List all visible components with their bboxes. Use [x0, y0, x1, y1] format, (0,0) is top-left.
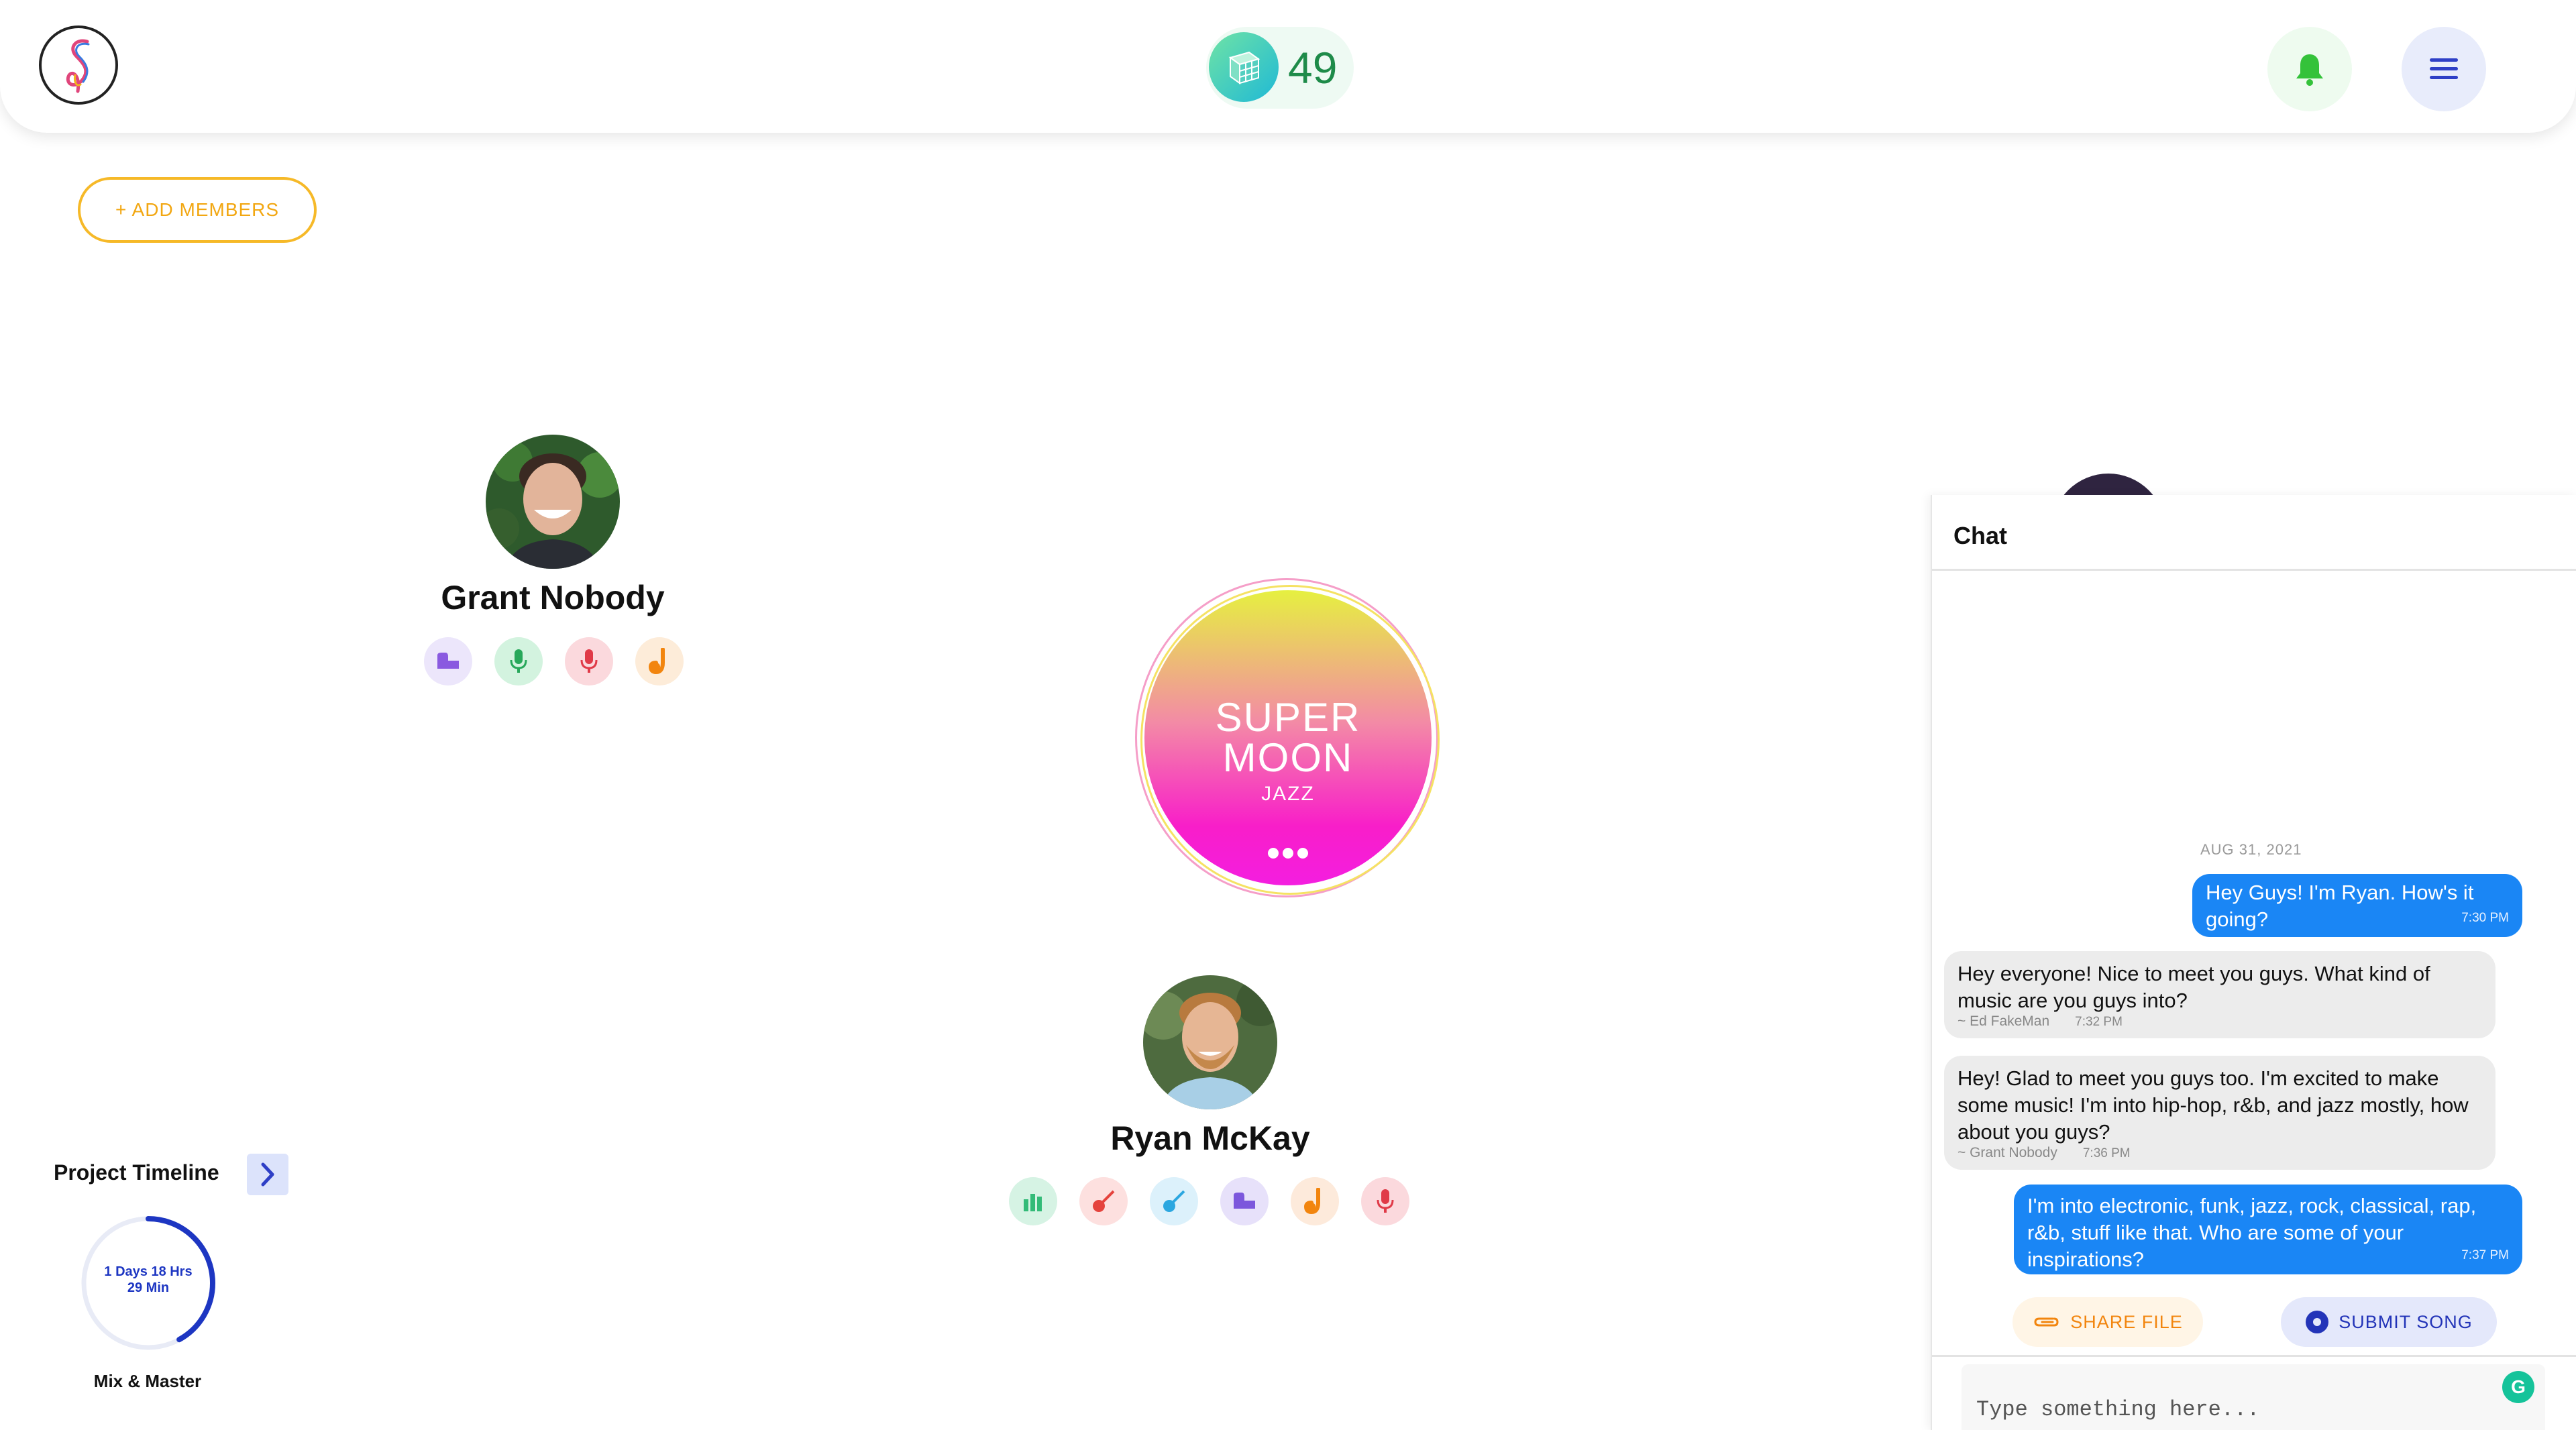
message-time: 7:30 PM [2461, 911, 2509, 925]
avatar-ryan-mckay[interactable] [1143, 975, 1277, 1109]
message-meta: ~ Grant Nobody 7:36 PM [1957, 1140, 2131, 1167]
piano-icon[interactable] [424, 637, 472, 685]
cube-coin-icon [1209, 32, 1279, 102]
logo-mark-icon [66, 39, 90, 93]
record-disc-icon [2306, 1311, 2329, 1333]
timeline-stage: Mix & Master [93, 1371, 202, 1391]
microphone-icon[interactable] [565, 637, 613, 685]
person-photo-icon [1143, 975, 1277, 1109]
saxophone-icon[interactable] [635, 637, 684, 685]
person-photo-icon [486, 435, 620, 569]
chat-message-outgoing: I'm into electronic, funk, jazz, rock, c… [2014, 1185, 2522, 1274]
hamburger-menu-icon [2430, 58, 2458, 79]
timeline-remaining-days: 1 Days 18 Hrs [104, 1264, 193, 1279]
submit-song-button[interactable]: SUBMIT SONG [2281, 1297, 2497, 1347]
chat-message-incoming: Hey! Glad to meet you guys too. I'm exci… [1944, 1056, 2496, 1170]
message-time: 7:37 PM [2461, 1248, 2509, 1262]
timeline-remaining: 1 Days 18 Hrs 29 Min [79, 1264, 217, 1296]
song-title-line1: SUPER [1215, 695, 1361, 740]
chat-header: Chat [1932, 495, 2576, 571]
credits-count: 49 [1288, 43, 1338, 93]
chat-message-outgoing: Hey Guys! I'm Ryan. How's it going? 7:30… [2192, 874, 2522, 937]
message-sender: ~ Grant Nobody [1957, 1145, 2057, 1160]
message-text: Hey everyone! Nice to meet you guys. Wha… [1957, 962, 2430, 1012]
message-time: 7:32 PM [2075, 1015, 2123, 1029]
app-logo[interactable] [39, 25, 118, 105]
notifications-button[interactable] [2267, 27, 2352, 111]
chat-title: Chat [1953, 522, 2007, 549]
mixer-icon[interactable] [1009, 1177, 1057, 1225]
chat-message-input[interactable] [1962, 1364, 2545, 1430]
song-title: SUPER MOON [1144, 698, 1432, 778]
menu-button[interactable] [2402, 27, 2486, 111]
timeline-remaining-minutes: 29 Min [127, 1280, 170, 1295]
bell-icon [2296, 54, 2323, 86]
song-card[interactable]: SUPER MOON JAZZ [1144, 590, 1432, 885]
submit-song-label: SUBMIT SONG [2339, 1311, 2473, 1332]
microphone-icon[interactable] [1361, 1177, 1409, 1225]
chat-panel: Chat AUG 31, 2021 Hey Guys! I'm Ryan. Ho… [1931, 495, 2576, 1430]
add-members-button[interactable]: + ADD MEMBERS [78, 177, 317, 243]
share-file-button[interactable]: SHARE FILE [2012, 1297, 2203, 1347]
avatar-grant-nobody[interactable] [486, 435, 620, 569]
message-meta: ~ Ed FakeMan 7:32 PM [1957, 1008, 2123, 1036]
guitar-icon[interactable] [1079, 1177, 1128, 1225]
share-file-label: SHARE FILE [2070, 1311, 2183, 1332]
credits-counter[interactable]: 49 [1206, 27, 1354, 109]
chat-date-separator: AUG 31, 2021 [2200, 841, 2302, 858]
piano-icon[interactable] [1220, 1177, 1269, 1225]
grammarly-icon[interactable]: G [2502, 1371, 2534, 1403]
message-text: I'm into electronic, funk, jazz, rock, c… [2027, 1194, 2477, 1271]
message-sender: ~ Ed FakeMan [1957, 1013, 2050, 1029]
song-more-options-icon[interactable] [1268, 846, 1308, 860]
chevron-right-icon [261, 1162, 274, 1187]
message-time: 7:36 PM [2082, 1146, 2131, 1160]
member-name[interactable]: Grant Nobody [441, 578, 664, 617]
chat-message-incoming: Hey everyone! Nice to meet you guys. Wha… [1944, 951, 2496, 1038]
message-text: Hey! Glad to meet you guys too. I'm exci… [1957, 1066, 2469, 1144]
song-title-line2: MOON [1222, 735, 1354, 780]
paperclip-icon [2034, 1317, 2059, 1327]
timeline-next-button[interactable] [247, 1154, 288, 1195]
song-genre: JAZZ [1261, 783, 1315, 805]
project-timeline-title: Project Timeline [54, 1160, 219, 1185]
saxophone-icon[interactable] [1291, 1177, 1339, 1225]
microphone-icon[interactable] [494, 637, 543, 685]
top-bar: 49 [0, 0, 2576, 133]
guitar-icon[interactable] [1150, 1177, 1198, 1225]
chat-divider [1932, 1355, 2576, 1357]
member-name[interactable]: Ryan McKay [1110, 1119, 1309, 1158]
